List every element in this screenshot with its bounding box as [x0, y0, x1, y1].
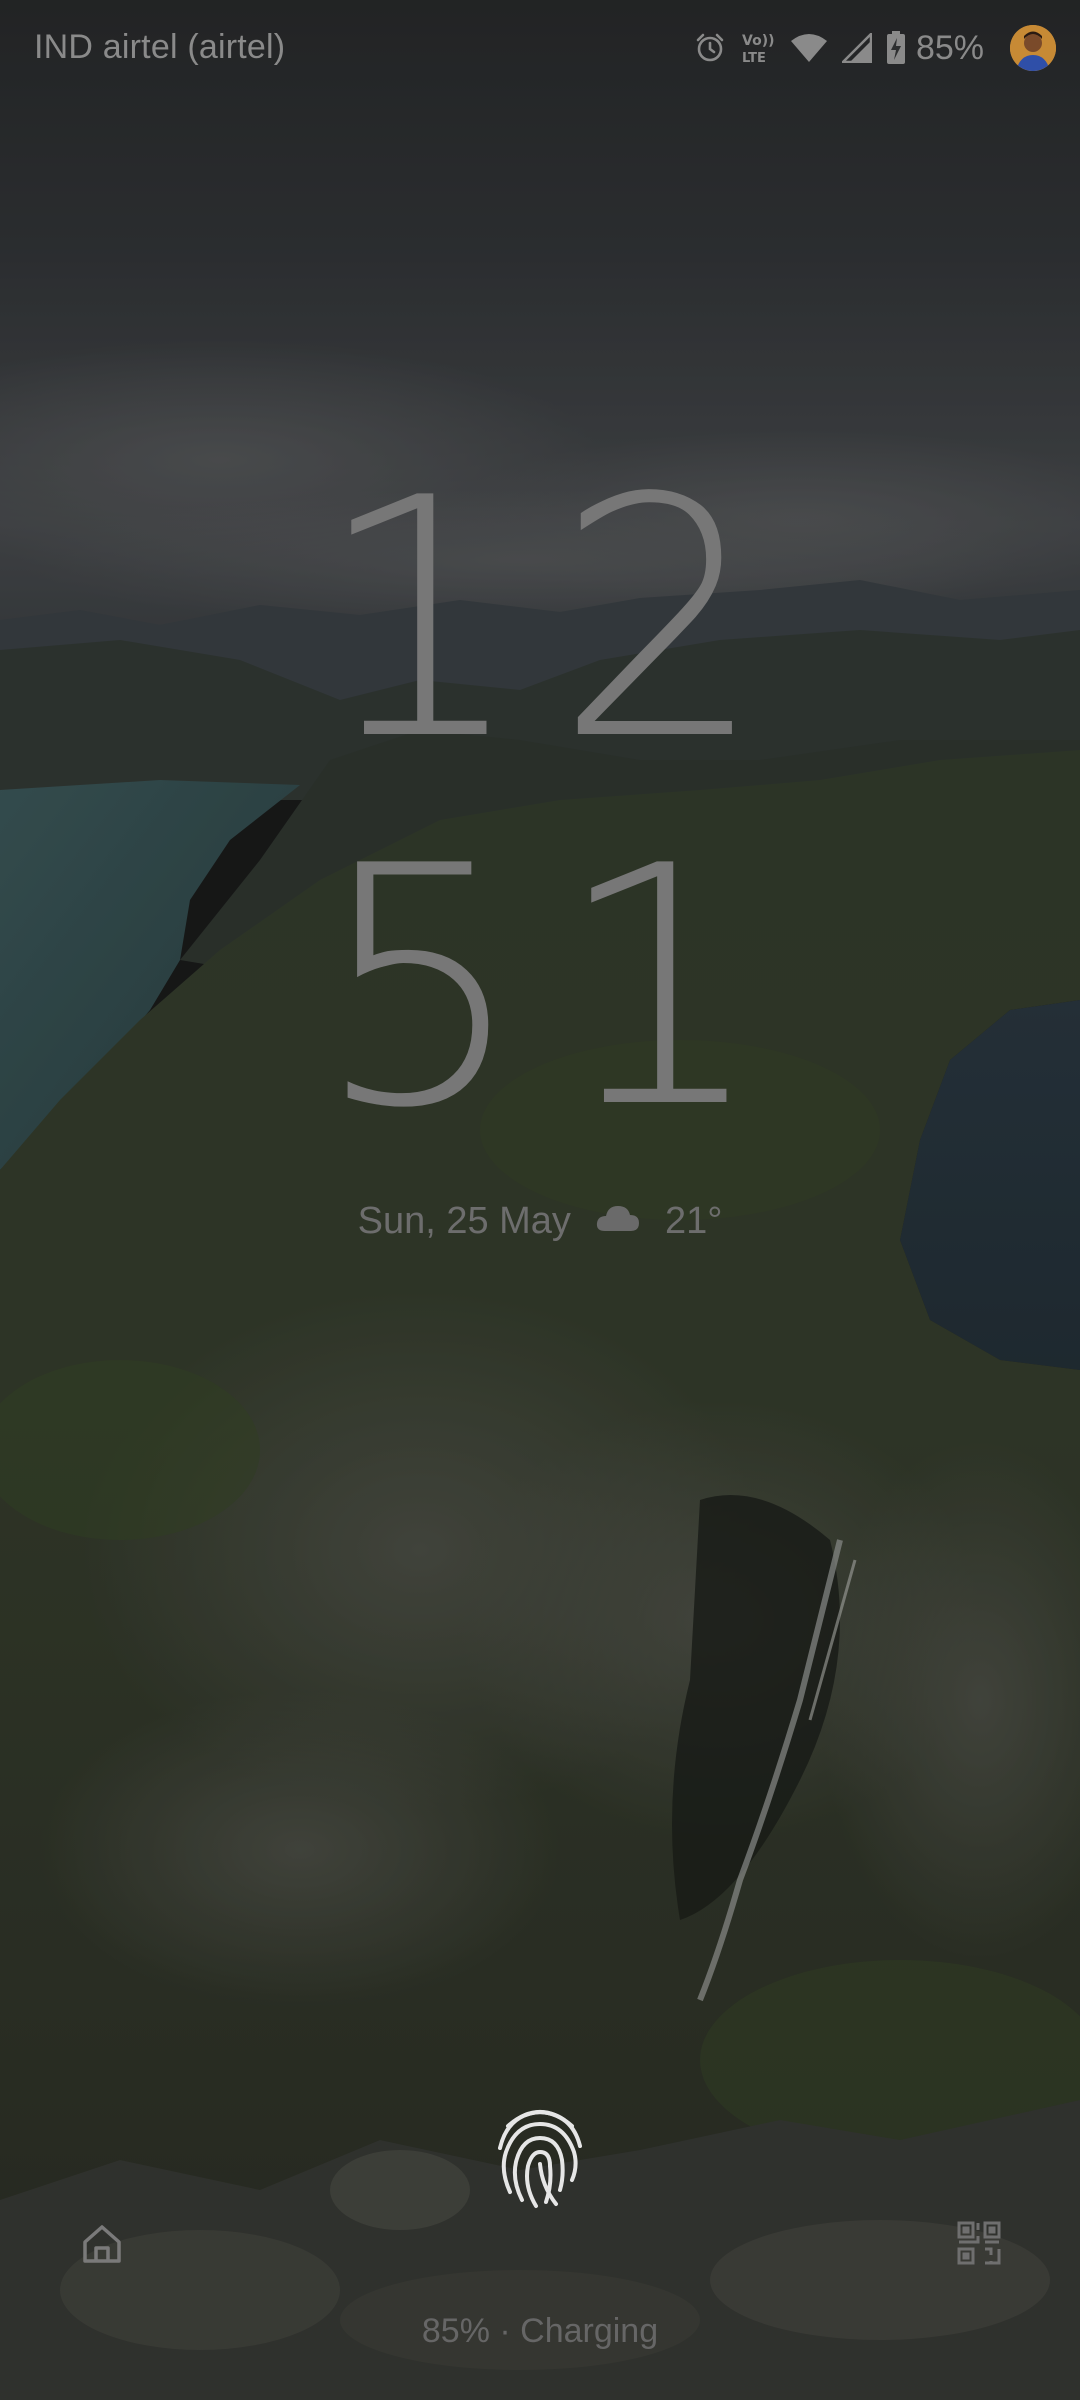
temperature-text: 21°	[664, 1200, 723, 1242]
battery-charging-icon	[886, 31, 906, 65]
fingerprint-icon[interactable]	[490, 2100, 590, 2210]
clock-minutes: 51	[315, 796, 795, 1180]
charging-status: 85% · Charging	[421, 2312, 659, 2350]
signal-icon	[841, 33, 872, 63]
status-bar: IND airtel (airtel) Vo)) LTE 85%	[0, 0, 1080, 96]
lock-screen: IND airtel (airtel) Vo)) LTE 85% 12 51 S…	[0, 0, 1080, 2400]
clock-hours: 12	[315, 428, 795, 812]
status-icons: Vo)) LTE 85%	[694, 22, 1056, 74]
volte-icon: Vo)) LTE	[740, 30, 776, 66]
svg-text:Vo)): Vo))	[742, 33, 774, 49]
user-avatar[interactable]	[1010, 25, 1056, 71]
battery-percent: 85%	[915, 28, 984, 67]
date-text: Sun, 25 May	[357, 1200, 571, 1242]
cloud-icon	[595, 1200, 641, 1243]
carrier-name: IND airtel (airtel)	[34, 28, 286, 66]
alarm-icon	[694, 32, 726, 64]
home-icon[interactable]	[80, 2222, 124, 2266]
date-weather-row[interactable]: Sun, 25 May 21°	[0, 1200, 1080, 1243]
qr-code-icon[interactable]	[956, 2220, 1002, 2266]
wifi-icon	[790, 32, 828, 64]
svg-text:LTE: LTE	[742, 51, 766, 66]
